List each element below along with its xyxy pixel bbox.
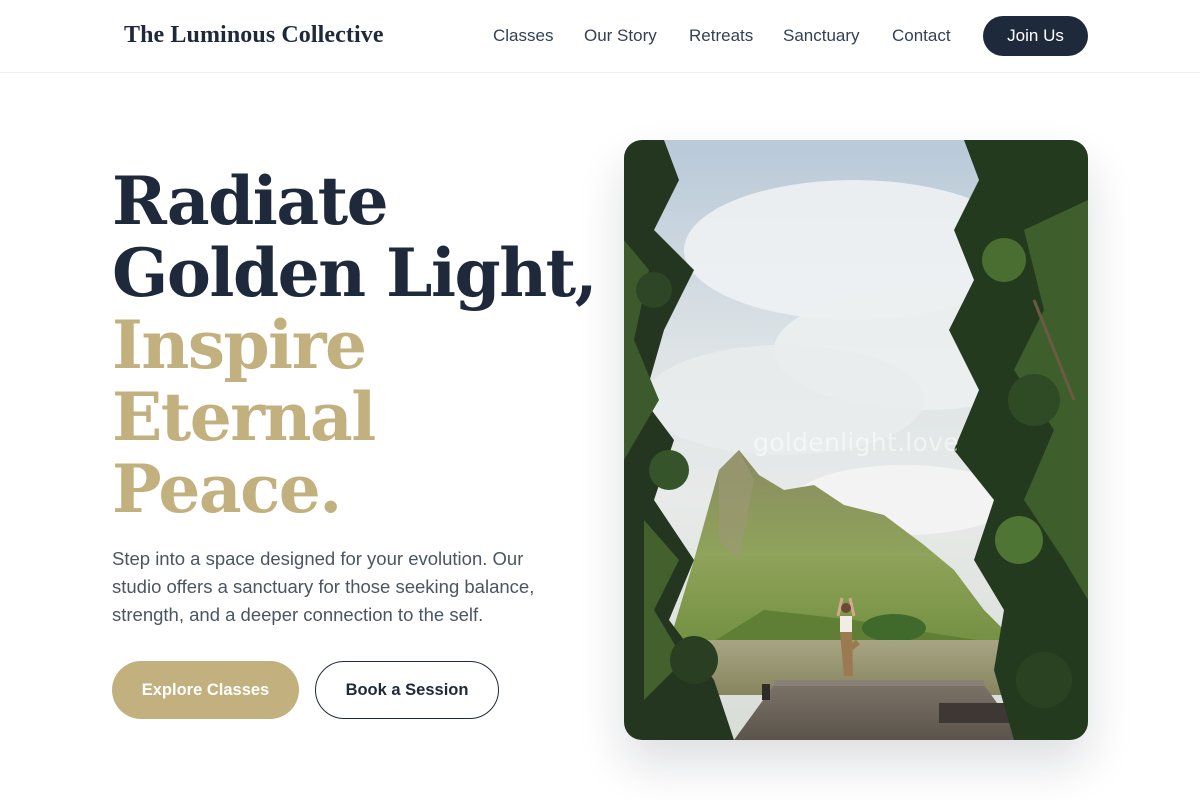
headline-line: Golden Light, <box>112 234 598 312</box>
hero-headline: Radiate Golden Light, Inspire Eternal Pe… <box>112 162 598 528</box>
nav-item-retreats[interactable]: Retreats <box>689 26 753 46</box>
hero-description: Step into a space designed for your evol… <box>112 548 535 625</box>
explore-classes-button[interactable]: Explore Classes <box>112 661 299 719</box>
nav-item-our-story[interactable]: Our Story <box>584 26 657 46</box>
nav-item-classes[interactable]: Classes <box>493 26 553 46</box>
headline-accent-line: Eternal <box>112 378 376 456</box>
nav-item-sanctuary[interactable]: Sanctuary <box>783 26 860 46</box>
headline-line: Radiate <box>112 162 389 240</box>
join-us-button[interactable]: Join Us <box>983 16 1088 56</box>
nav-item-contact[interactable]: Contact <box>892 26 951 46</box>
hero-image: goldenlight.love <box>624 140 1088 740</box>
site-header: The Luminous Collective Classes Our Stor… <box>0 0 1200 73</box>
book-session-button[interactable]: Book a Session <box>315 661 499 719</box>
headline-accent-line: Peace. <box>112 450 342 528</box>
image-watermark: goldenlight.love <box>753 428 959 457</box>
headline-accent-line: Inspire <box>112 306 367 384</box>
